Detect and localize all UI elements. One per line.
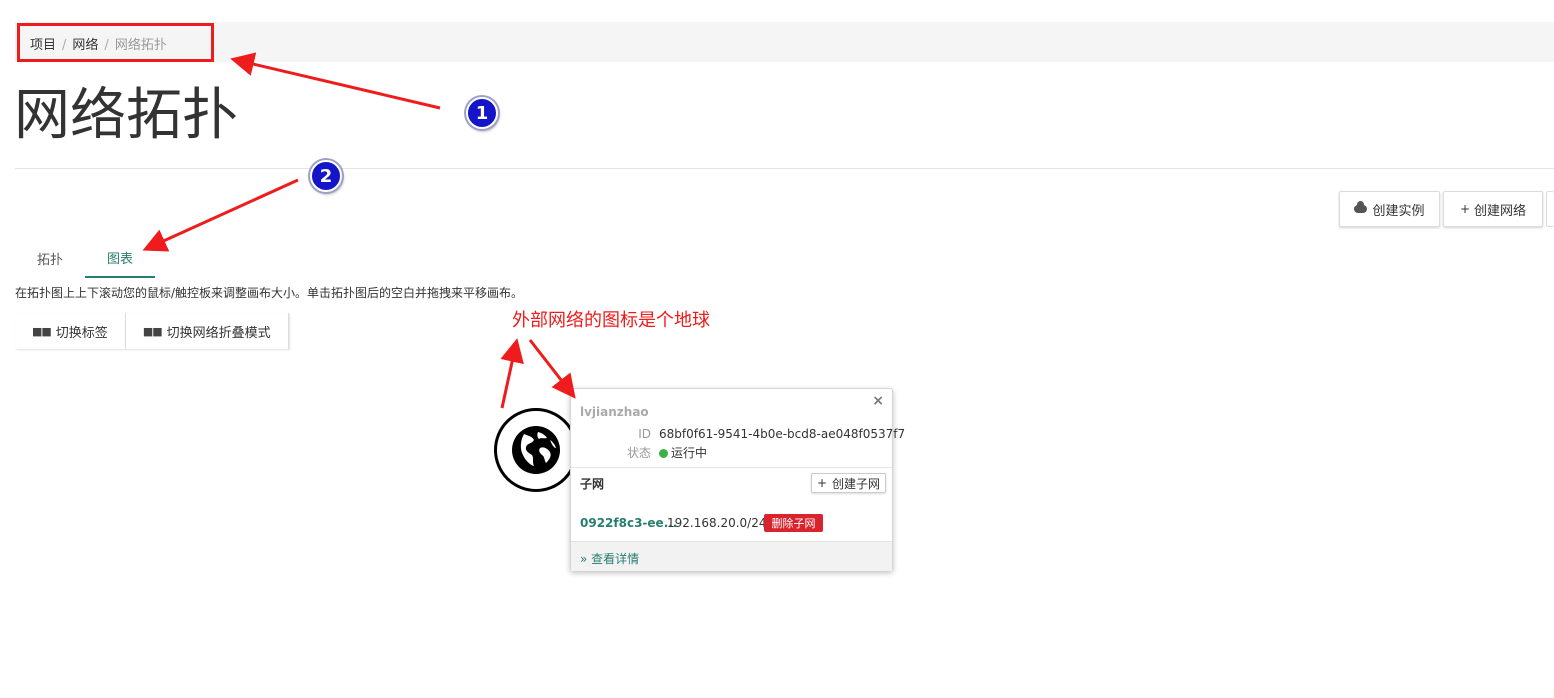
annotation-arrow-4 xyxy=(528,339,576,399)
annotation-arrow-3 xyxy=(500,338,524,409)
page-root: 项目 / 网络 / 网络拓扑 网络拓扑 创建实例 + 创建网络 拓扑 图表 在拓扑图上上… xyxy=(0,0,1554,698)
annotation-arrow-2 xyxy=(142,178,299,252)
annotation-badge-2: 2 xyxy=(310,160,342,192)
annotation-note: 外部网络的图标是个地球 xyxy=(512,310,710,331)
annotation-badge-1: 1 xyxy=(466,97,498,129)
annotation-arrow-1 xyxy=(230,52,441,110)
annotation-arrows xyxy=(142,52,576,409)
